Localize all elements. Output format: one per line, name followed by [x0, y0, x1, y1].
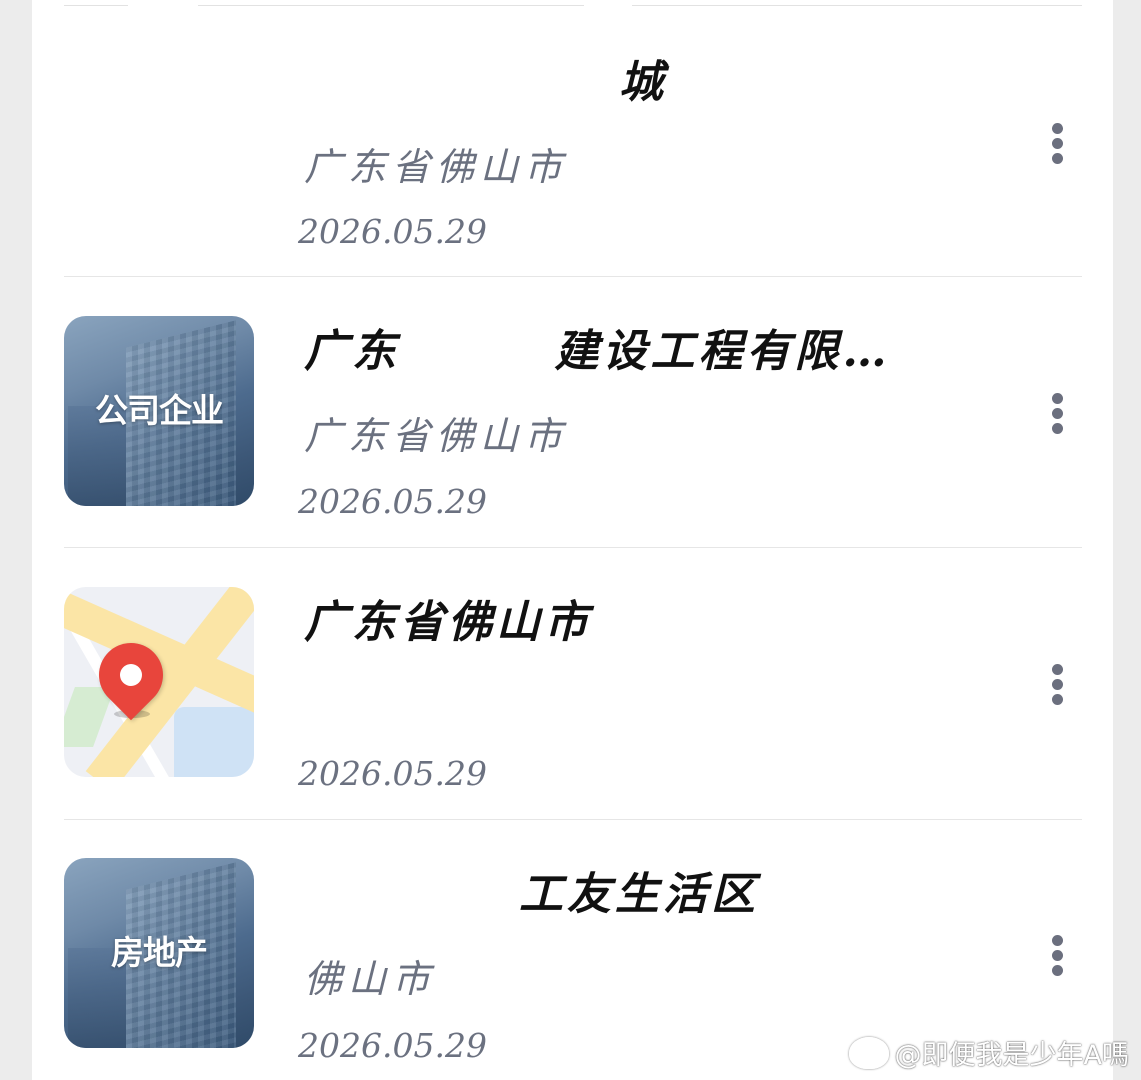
weibo-icon [848, 1036, 889, 1069]
result-list-card: 城 广东省佛山市 2026.05.29 公司企业 广东 建设工程有限… 广东省佛… [32, 0, 1113, 1080]
item-location: 广东省佛山市 [304, 145, 569, 189]
more-vertical-icon[interactable] [1050, 935, 1064, 979]
watermark: @即便我是少年A嗎 [848, 1033, 1129, 1072]
item-title: 城 [619, 57, 667, 108]
item-title: 广东省佛山市 [304, 597, 592, 648]
map-thumbnail [64, 587, 254, 777]
item-location: 广东省佛山市 [304, 414, 569, 458]
list-item[interactable]: 城 广东省佛山市 2026.05.29 [64, 6, 1082, 277]
more-vertical-icon[interactable] [1050, 664, 1064, 708]
company-thumbnail: 公司企业 [64, 316, 254, 506]
realestate-thumbnail: 房地产 [64, 858, 254, 1048]
item-date: 2026.05.29 [298, 754, 487, 793]
watermark-text: @即便我是少年A嗎 [894, 1040, 1129, 1071]
thumbnail-label: 公司企业 [95, 391, 224, 430]
more-vertical-icon[interactable] [1050, 123, 1064, 167]
item-date: 2026.05.29 [298, 1026, 487, 1065]
list-item[interactable]: 公司企业 广东 建设工程有限… 广东省佛山市 2026.05.29 [64, 277, 1082, 548]
item-title: 工友生活区 [519, 869, 759, 920]
item-location: 佛山市 [304, 957, 437, 1001]
thumbnail-label: 房地产 [111, 933, 208, 972]
item-date: 2026.05.29 [298, 212, 487, 251]
item-date: 2026.05.29 [298, 482, 487, 521]
more-vertical-icon[interactable] [1050, 393, 1064, 437]
list-item[interactable]: 广东省佛山市 2026.05.29 [64, 548, 1082, 820]
item-title: 广东 建设工程有限… [304, 326, 891, 377]
